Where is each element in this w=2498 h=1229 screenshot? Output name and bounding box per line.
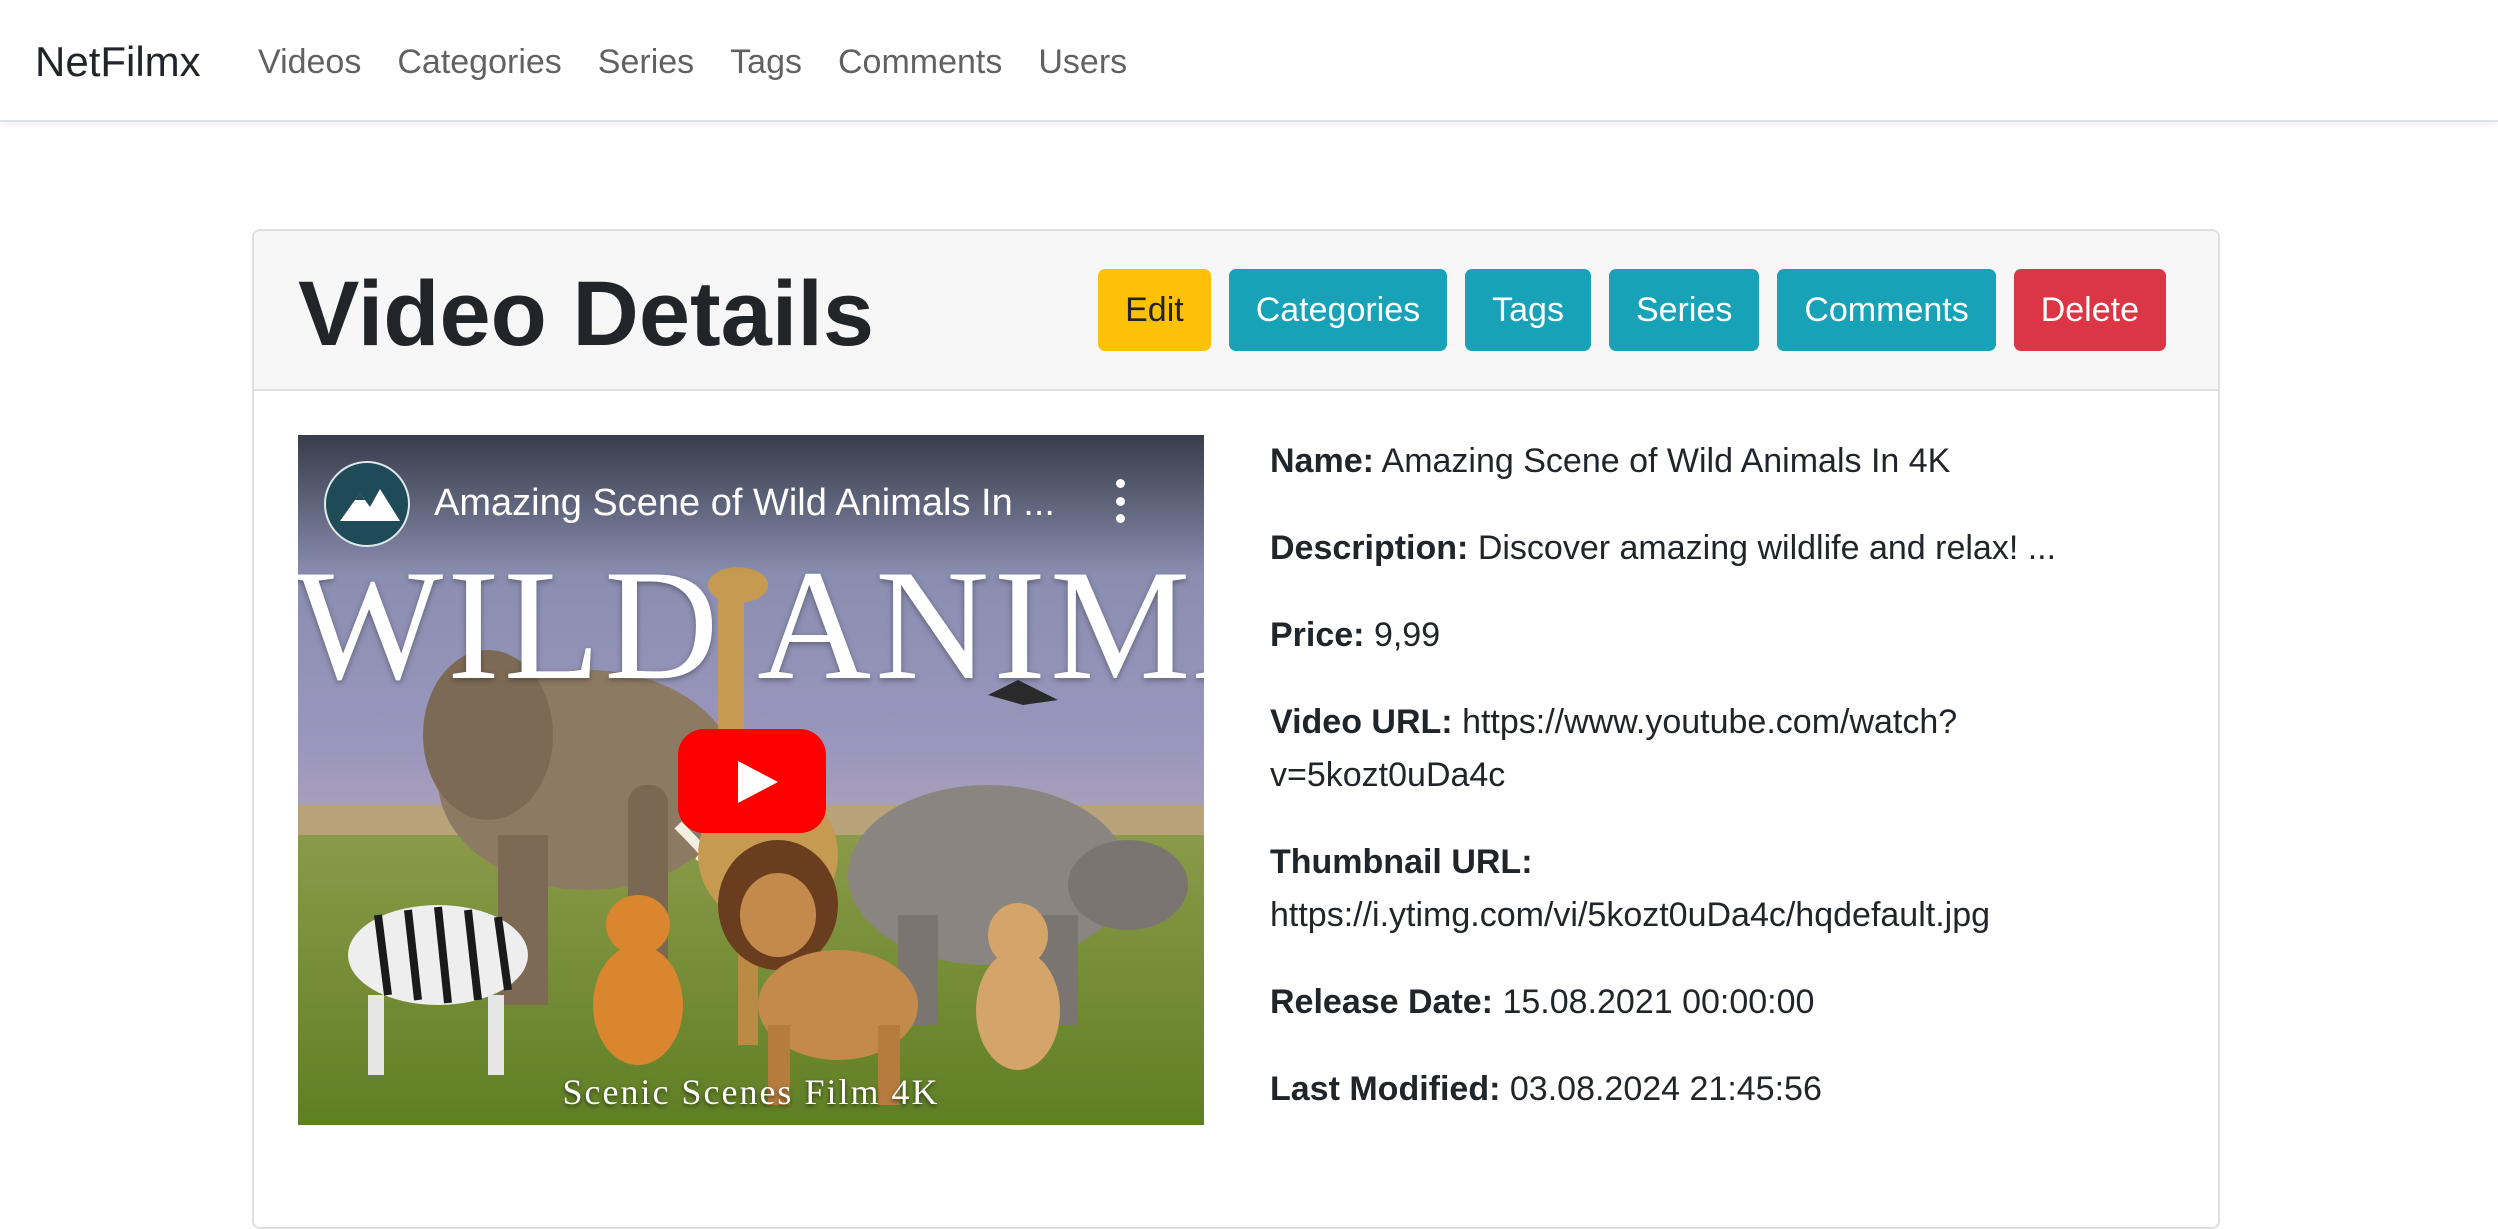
video-title[interactable]: Amazing Scene of Wild Animals In ... bbox=[434, 479, 1055, 527]
detail-value: https://i.ytimg.com/vi/5kozt0uDa4c/hqdef… bbox=[1270, 896, 1991, 934]
edit-button[interactable]: Edit bbox=[1098, 269, 1211, 351]
card-header: Video Details Edit Categories Tags Serie… bbox=[254, 231, 2218, 391]
mountain-logo-icon bbox=[340, 489, 400, 521]
detail-label: Name: bbox=[1270, 442, 1374, 480]
nav-link-tags[interactable]: Tags bbox=[730, 38, 802, 86]
nav-links: Videos Categories Series Tags Comments U… bbox=[258, 38, 1163, 86]
brand-logo[interactable]: NetFilmx bbox=[35, 34, 201, 90]
video-details-card: Video Details Edit Categories Tags Serie… bbox=[252, 229, 2220, 1229]
detail-description: Description: Discover amazing wildlife a… bbox=[1270, 522, 2150, 575]
tags-button[interactable]: Tags bbox=[1465, 269, 1591, 351]
video-details-list: Name: Amazing Scene of Wild Animals In 4… bbox=[1270, 435, 2150, 1150]
detail-value: 15.08.2021 00:00:00 bbox=[1502, 983, 1815, 1021]
comments-button[interactable]: Comments bbox=[1777, 269, 1996, 351]
detail-label: Last Modified: bbox=[1270, 1070, 1501, 1108]
detail-release-date: Release Date: 15.08.2021 00:00:00 bbox=[1270, 976, 2150, 1029]
nav-link-categories[interactable]: Categories bbox=[397, 38, 561, 86]
detail-name: Name: Amazing Scene of Wild Animals In 4… bbox=[1270, 435, 2150, 488]
detail-label: Description: bbox=[1270, 529, 1469, 567]
delete-button[interactable]: Delete bbox=[2013, 269, 2166, 351]
detail-thumbnail-url: Thumbnail URL: https://i.ytimg.com/vi/5k… bbox=[1270, 836, 2150, 942]
detail-value: Discover amazing wildlife and relax! ... bbox=[1477, 529, 2057, 567]
detail-label: Thumbnail URL: bbox=[1270, 843, 1533, 881]
detail-value: 9,99 bbox=[1373, 616, 1441, 654]
series-button[interactable]: Series bbox=[1608, 269, 1760, 351]
detail-price: Price: 9,99 bbox=[1270, 609, 2150, 662]
categories-button[interactable]: Categories bbox=[1228, 269, 1448, 351]
more-options-icon[interactable] bbox=[1110, 479, 1130, 523]
channel-avatar[interactable] bbox=[324, 461, 410, 547]
nav-link-comments[interactable]: Comments bbox=[838, 38, 1002, 86]
embedded-video-player[interactable]: WILD ANIMALS Scenic Scenes Film 4K Amazi… bbox=[298, 435, 1204, 1125]
play-button[interactable] bbox=[678, 729, 826, 833]
detail-value: 03.08.2024 21:45:56 bbox=[1509, 1070, 1822, 1108]
action-buttons: Edit Categories Tags Series Comments Del… bbox=[1080, 269, 2166, 351]
detail-label: Price: bbox=[1270, 616, 1365, 654]
detail-label: Release Date: bbox=[1270, 983, 1494, 1021]
detail-last-modified: Last Modified: 03.08.2024 21:45:56 bbox=[1270, 1063, 2150, 1116]
detail-video-url: Video URL: https://www.youtube.com/watch… bbox=[1270, 696, 1990, 802]
nav-link-videos[interactable]: Videos bbox=[258, 38, 361, 86]
nav-link-series[interactable]: Series bbox=[598, 38, 694, 86]
video-overlay-caption: Scenic Scenes Film 4K bbox=[562, 1072, 940, 1112]
top-navbar: NetFilmx Videos Categories Series Tags C… bbox=[0, 0, 2498, 122]
page-title: Video Details bbox=[298, 263, 875, 365]
nav-link-users[interactable]: Users bbox=[1038, 38, 1127, 86]
detail-label: Video URL: bbox=[1270, 703, 1453, 741]
detail-value: Amazing Scene of Wild Animals In 4K bbox=[1381, 442, 1951, 480]
